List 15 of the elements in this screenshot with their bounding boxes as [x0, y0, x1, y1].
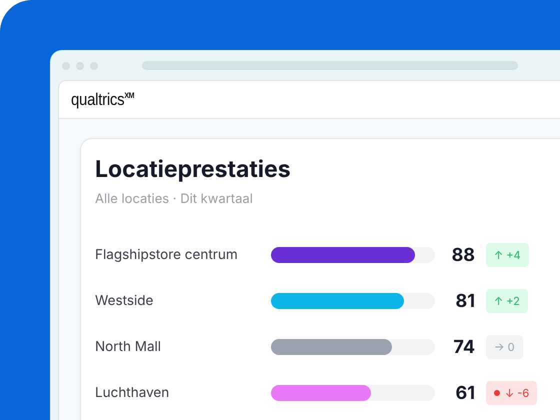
location-name: Flagshipstore centrum [95, 247, 239, 263]
card-title: Locatieprestaties [95, 155, 292, 183]
location-name: Luchthaven [95, 385, 170, 401]
delta-badge: ↑ +2 [486, 289, 528, 313]
logo: qualtrics$^{XM}$ [71, 90, 134, 110]
delta-badge: → 0 [486, 335, 523, 359]
score-value: 74 [452, 336, 475, 358]
delta-badge: ↓ -6 [486, 381, 538, 405]
score-value: 81 [454, 290, 475, 312]
card-subtitle: Alle locaties · Dit kwartaal [95, 191, 254, 207]
location-name: Westside [95, 293, 154, 309]
score-value: 61 [454, 382, 475, 404]
location-name: North Mall [95, 339, 162, 355]
score-value: 88 [450, 244, 475, 266]
delta-badge: ↑ +4 [486, 243, 529, 267]
